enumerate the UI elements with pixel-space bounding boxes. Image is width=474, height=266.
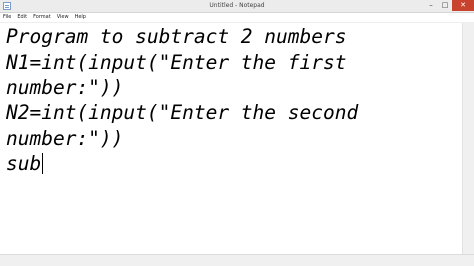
editor-line: number:")) [6, 127, 124, 150]
menu-format[interactable]: Format [30, 13, 54, 22]
editor-line: Program to subtract 2 numbers [6, 25, 347, 48]
text-caret [42, 153, 44, 174]
editor-line: number:")) [6, 76, 124, 99]
menu-file[interactable]: File [0, 13, 14, 22]
editor-line-current: sub [6, 152, 44, 176]
menu-bar: File Edit Format View Help [0, 13, 474, 23]
close-button[interactable]: ✕ [452, 0, 474, 11]
text-editor-area[interactable]: Program to subtract 2 numbers N1=int(inp… [0, 23, 462, 255]
editor-line: N1=int(input("Enter the first [6, 51, 347, 74]
menu-view[interactable]: View [54, 13, 72, 22]
menu-help[interactable]: Help [72, 13, 89, 22]
status-bar [0, 254, 474, 266]
window-title: Untitled - Notepad [209, 2, 265, 9]
title-bar: Untitled - Notepad – □ ✕ [0, 0, 474, 13]
editor-line: N2=int(input("Enter the second [6, 101, 359, 124]
vertical-scrollbar[interactable] [462, 23, 474, 255]
menu-edit[interactable]: Edit [14, 13, 30, 22]
minimize-button[interactable]: – [424, 0, 438, 11]
maximize-button[interactable]: □ [438, 0, 452, 11]
window-controls: – □ ✕ [424, 0, 474, 12]
editor-line-text: sub [6, 152, 42, 175]
notepad-window: Untitled - Notepad – □ ✕ File Edit Forma… [0, 0, 474, 266]
